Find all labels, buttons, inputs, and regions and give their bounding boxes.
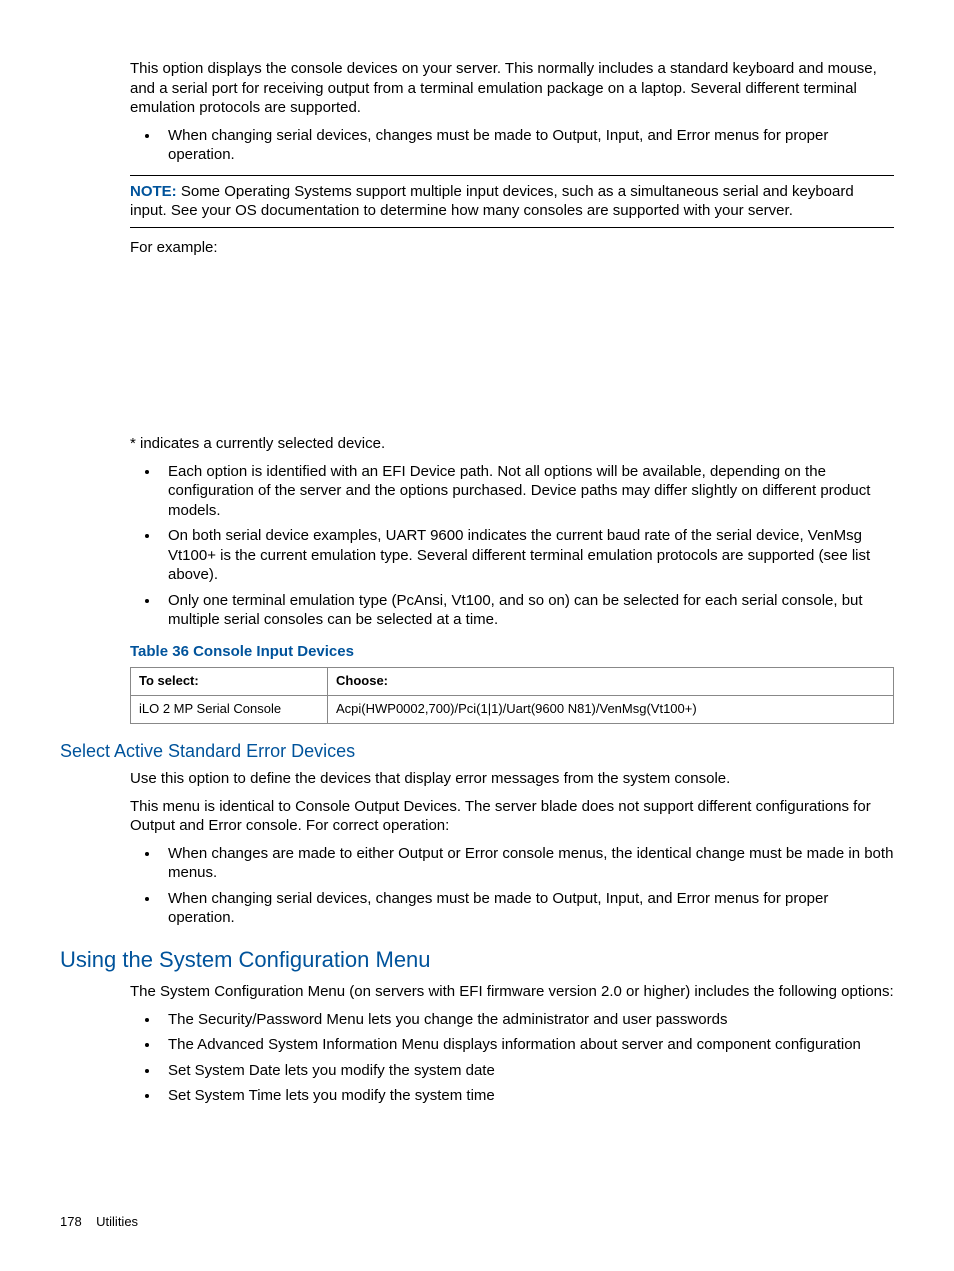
note-box: NOTE: Some Operating Systems support mul… (130, 175, 894, 228)
list-item: Set System Time lets you modify the syst… (160, 1086, 894, 1106)
section-heading-sysconfig: Using the System Configuration Menu (60, 946, 894, 975)
list-item: Set System Date lets you modify the syst… (160, 1061, 894, 1081)
error-devices-p2: This menu is identical to Console Output… (130, 797, 894, 836)
table-cell: iLO 2 MP Serial Console (131, 695, 328, 723)
table-caption: Table 36 Console Input Devices (130, 642, 894, 662)
note-text: Some Operating Systems support multiple … (130, 183, 854, 220)
intro-bullet: When changing serial devices, changes mu… (160, 126, 894, 165)
asterisk-note: * indicates a currently selected device. (130, 434, 894, 454)
table-header: Choose: (328, 668, 894, 696)
page-footer: 178 Utilities (60, 1214, 138, 1231)
table-header: To select: (131, 668, 328, 696)
example-placeholder (130, 265, 894, 430)
device-notes-list: Each option is identified with an EFI De… (130, 462, 894, 630)
table-cell: Acpi(HWP0002,700)/Pci(1|1)/Uart(9600 N81… (328, 695, 894, 723)
error-devices-p1: Use this option to define the devices th… (130, 769, 894, 789)
intro-paragraph: This option displays the console devices… (130, 59, 894, 118)
list-item: When changes are made to either Output o… (160, 844, 894, 883)
table-row: iLO 2 MP Serial Console Acpi(HWP0002,700… (131, 695, 894, 723)
list-item: Each option is identified with an EFI De… (160, 462, 894, 521)
console-input-devices-table: To select: Choose: iLO 2 MP Serial Conso… (130, 667, 894, 724)
note-label: NOTE: (130, 183, 177, 200)
sysconfig-p1: The System Configuration Menu (on server… (130, 982, 894, 1002)
error-devices-list: When changes are made to either Output o… (130, 844, 894, 928)
list-item: The Security/Password Menu lets you chan… (160, 1010, 894, 1030)
list-item: Only one terminal emulation type (PcAnsi… (160, 591, 894, 630)
page-number: 178 (60, 1214, 82, 1229)
list-item: The Advanced System Information Menu dis… (160, 1035, 894, 1055)
example-lead: For example: (130, 238, 894, 258)
section-heading-error-devices: Select Active Standard Error Devices (60, 740, 894, 763)
sysconfig-list: The Security/Password Menu lets you chan… (130, 1010, 894, 1106)
footer-section: Utilities (96, 1214, 138, 1229)
list-item: On both serial device examples, UART 960… (160, 526, 894, 585)
table-header-row: To select: Choose: (131, 668, 894, 696)
list-item: When changing serial devices, changes mu… (160, 889, 894, 928)
